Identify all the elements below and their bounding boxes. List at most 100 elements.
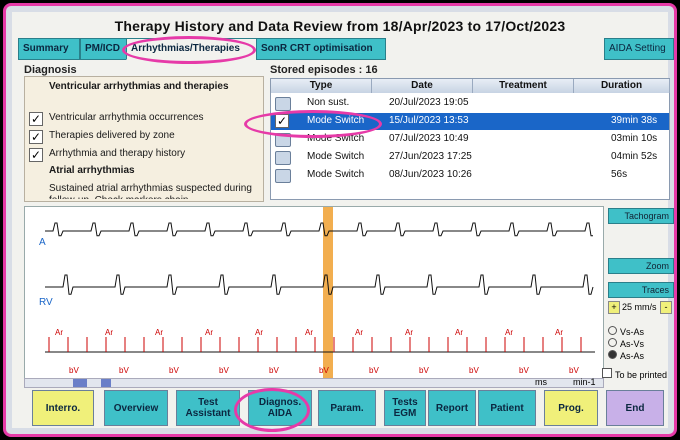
marker-bv: bV [69,366,79,375]
marker-ar: Ar [405,328,413,337]
marker-bv: bV [219,366,229,375]
marker-ar: Ar [305,328,313,337]
tab-sonr-crt-optimisation[interactable]: SonR CRT optimisation [256,38,386,60]
cell-date: 07/Jul/2023 10:49 [389,133,469,144]
marker-ar: Ar [205,328,213,337]
marker-chain: Ar bV Ar bV Ar bV Ar bV Ar bV Ar bV Ar bV Ar bV Ar bV Ar bV… [45,328,595,375]
channel-a-label: A [39,237,46,248]
cell-date: 20/Jul/2023 19:05 [389,97,469,108]
speed-control[interactable]: + 25 mm/s - [608,300,672,314]
bottom-button-5[interactable]: Tests EGM [384,390,426,426]
bottom-button-2[interactable]: Test Assistant [176,390,240,426]
diagnosis-heading-atrial: Atrial arrhythmias [49,165,135,176]
cell-duration: 03min 10s [611,133,658,144]
marker-ar: Ar [105,328,113,337]
print-option[interactable]: To be printed [602,368,668,380]
bottom-button-1[interactable]: Overview [104,390,168,426]
diagnosis-item[interactable]: ✓ Ventricular arrhythmia occurrences [25,111,263,129]
egm-traces: Ar bV Ar bV Ar bV Ar bV Ar bV Ar bV Ar bV Ar bV Ar bV Ar bV… [39,207,595,381]
trace-rv [45,274,594,295]
highlight-circle-diagnos [234,388,310,432]
table-row[interactable]: Mode Switch 08/Jun/2023 10:26 56s [271,167,669,184]
table-row[interactable]: Non sust. 20/Jul/2023 19:05 [271,95,669,112]
bottom-button-7[interactable]: Patient [478,390,536,426]
column-header-type[interactable]: Type [271,79,372,93]
tab-summary[interactable]: Summary [18,38,80,60]
diagnosis-item-label: Arrhythmia and therapy history [49,148,186,159]
marker-bv: bV [319,366,329,375]
cell-type: Mode Switch [307,151,365,162]
cell-date: 15/Jul/2023 13:53 [389,115,469,126]
cell-duration: 39min 38s [611,115,658,126]
diagnosis-heading-ventricular: Ventricular arrhythmias and therapies [49,81,229,92]
episode-icon [275,169,291,183]
check-icon[interactable]: ✓ [29,130,43,144]
tab-aida-setting[interactable]: AIDA Setting [604,38,674,60]
stored-episodes-label: Stored episodes : 16 [270,64,378,76]
marker-bv: bV [469,366,479,375]
marker-ar: Ar [455,328,463,337]
traces-button[interactable]: Traces [608,282,674,298]
cell-date: 27/Jun/2023 17:25 [389,151,472,162]
column-header-duration[interactable]: Duration [574,79,670,93]
bottom-button-4[interactable]: Param. [318,390,376,426]
radio-option[interactable]: As-As [608,350,672,362]
marker-bv: bV [369,366,379,375]
marker-ar: Ar [355,328,363,337]
bottom-button-6[interactable]: Report [428,390,476,426]
window-title: Therapy History and Data Review from 18/… [114,18,566,34]
bottom-button-8[interactable]: Prog. [544,390,598,426]
bottom-toolbar: Interro. Overview Test Assistant Diagnos. A… [24,386,670,428]
diagnosis-item-label: Ventricular arrhythmia occurrences [49,112,204,123]
radio-icon[interactable] [608,326,617,335]
radio-icon[interactable] [608,338,617,347]
cell-duration: 56s [611,169,628,180]
programmer-screen: Therapy History and Data Review from 18/… [12,12,674,432]
marker-ar: Ar [55,328,63,337]
cell-duration: 04min 52s [611,151,658,162]
diagnosis-description: Sustained atrial arrhythmias suspected d… [49,183,252,199]
channel-rv-label: RV [39,297,53,308]
zoom-button[interactable]: Zoom [608,258,674,274]
check-icon[interactable]: ✓ [29,112,43,126]
check-icon[interactable]: ✓ [29,148,43,162]
marker-bv: bV [169,366,179,375]
episodes-table: Type Date Treatment Duration Non sust. 2… [270,78,670,200]
marker-bv: bV [419,366,429,375]
diagnosis-item[interactable]: ✓ Therapies delivered by zone [25,129,263,147]
table-row[interactable]: Mode Switch 27/Jun/2023 17:25 04min 52s [271,149,669,166]
radio-option[interactable]: Vs-As [608,326,672,338]
tachogram-button[interactable]: Tachogram [608,208,674,224]
checkbox-icon[interactable] [602,368,612,378]
marker-ar: Ar [255,328,263,337]
plus-icon[interactable]: + [608,301,620,314]
bottom-button-0[interactable]: Interro. [32,390,94,426]
egm-viewer[interactable]: Ar bV Ar bV Ar bV Ar bV Ar bV Ar bV Ar bV Ar bV Ar bV Ar bV… [24,206,604,382]
radio-option[interactable]: As-Vs [608,338,672,350]
speed-value: 25 mm/s [622,302,657,312]
episode-icon [275,97,291,111]
episode-icon [275,151,291,165]
device-frame: Therapy History and Data Review from 18/… [3,3,677,437]
marker-bv: bV [519,366,529,375]
diagnosis-item[interactable]: ✓ Arrhythmia and therapy history [25,147,263,165]
diagnosis-item-label: Therapies delivered by zone [49,130,175,141]
highlight-circle-row [244,110,382,138]
highlight-circle-tab [122,36,256,64]
marker-ar: Ar [555,328,563,337]
marker-bv: bV [119,366,129,375]
column-header-treatment[interactable]: Treatment [473,79,574,93]
cell-type: Mode Switch [307,169,365,180]
marker-bv: bV [269,366,279,375]
minus-icon[interactable]: - [660,301,672,314]
marker-bv: bV [569,366,579,375]
column-header-date[interactable]: Date [372,79,473,93]
radio-icon-selected[interactable] [608,350,617,359]
trace-atrial [45,222,593,237]
cell-type: Non sust. [307,97,350,108]
bottom-button-9[interactable]: End [606,390,664,426]
diagnosis-panel: Ventricular arrhythmias and therapies ✓ … [24,76,264,202]
cell-date: 08/Jun/2023 10:26 [389,169,472,180]
interval-radio-group: Vs-As As-Vs As-As [608,326,672,362]
diagnosis-label: Diagnosis [24,64,77,76]
